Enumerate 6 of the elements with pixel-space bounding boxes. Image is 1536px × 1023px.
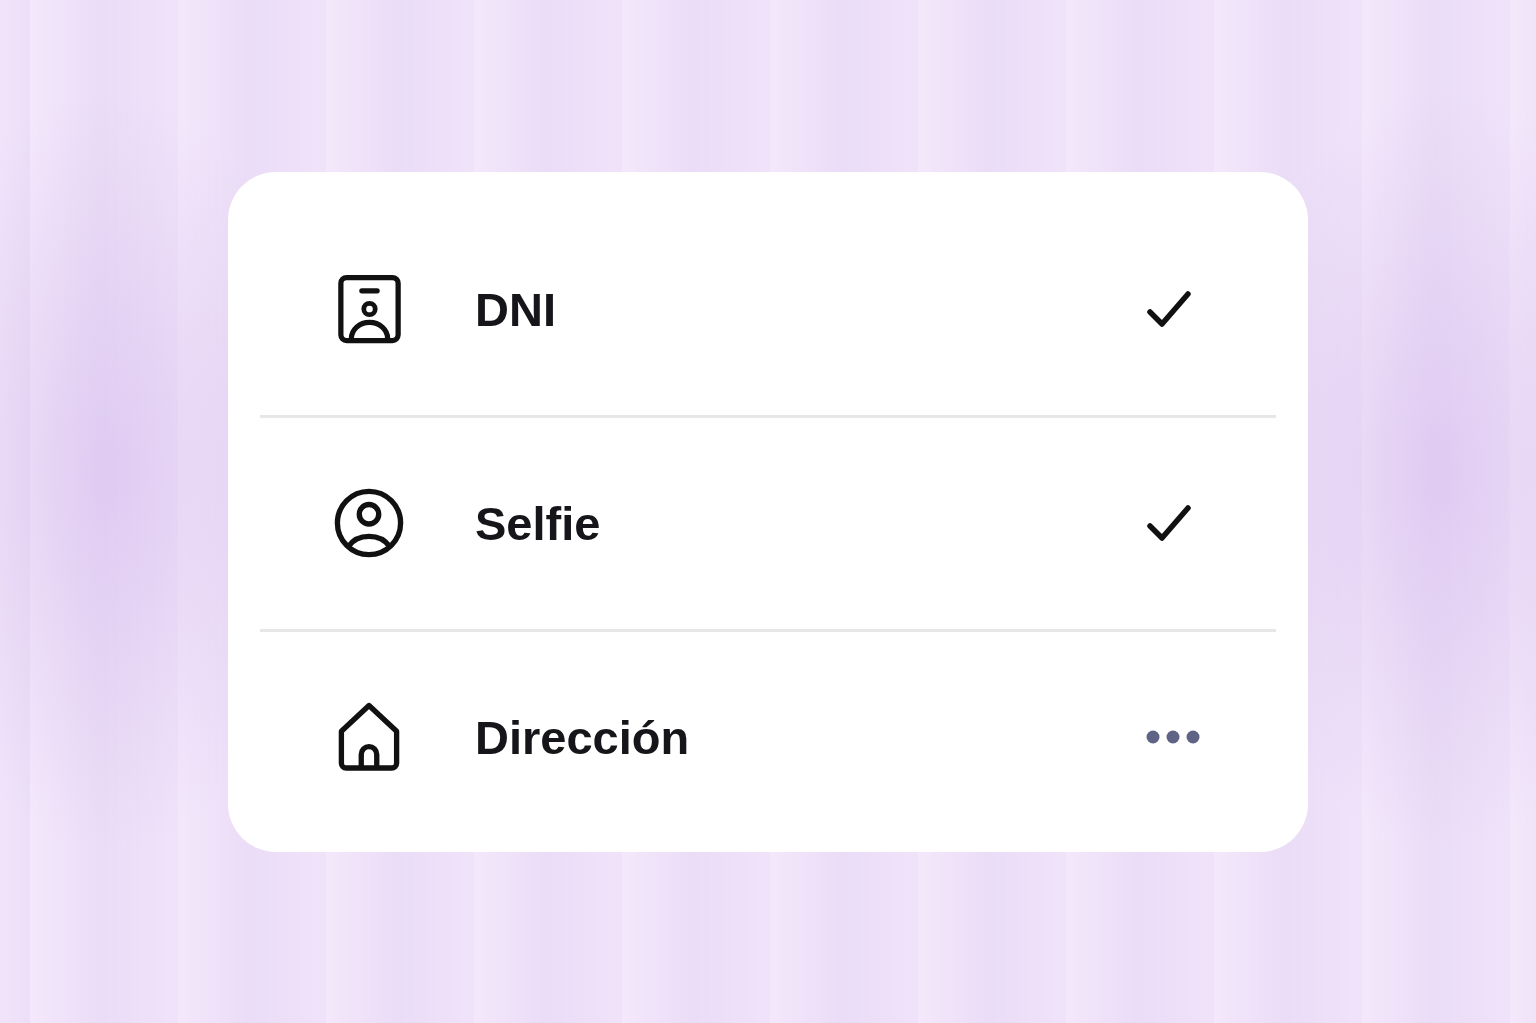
step-label: Selfie bbox=[475, 495, 602, 551]
house-icon bbox=[338, 702, 400, 772]
step-label: DNI bbox=[475, 281, 557, 337]
step-label: Dirección bbox=[475, 709, 691, 765]
user-circle-icon bbox=[334, 488, 404, 558]
id-card-icon bbox=[337, 274, 401, 344]
